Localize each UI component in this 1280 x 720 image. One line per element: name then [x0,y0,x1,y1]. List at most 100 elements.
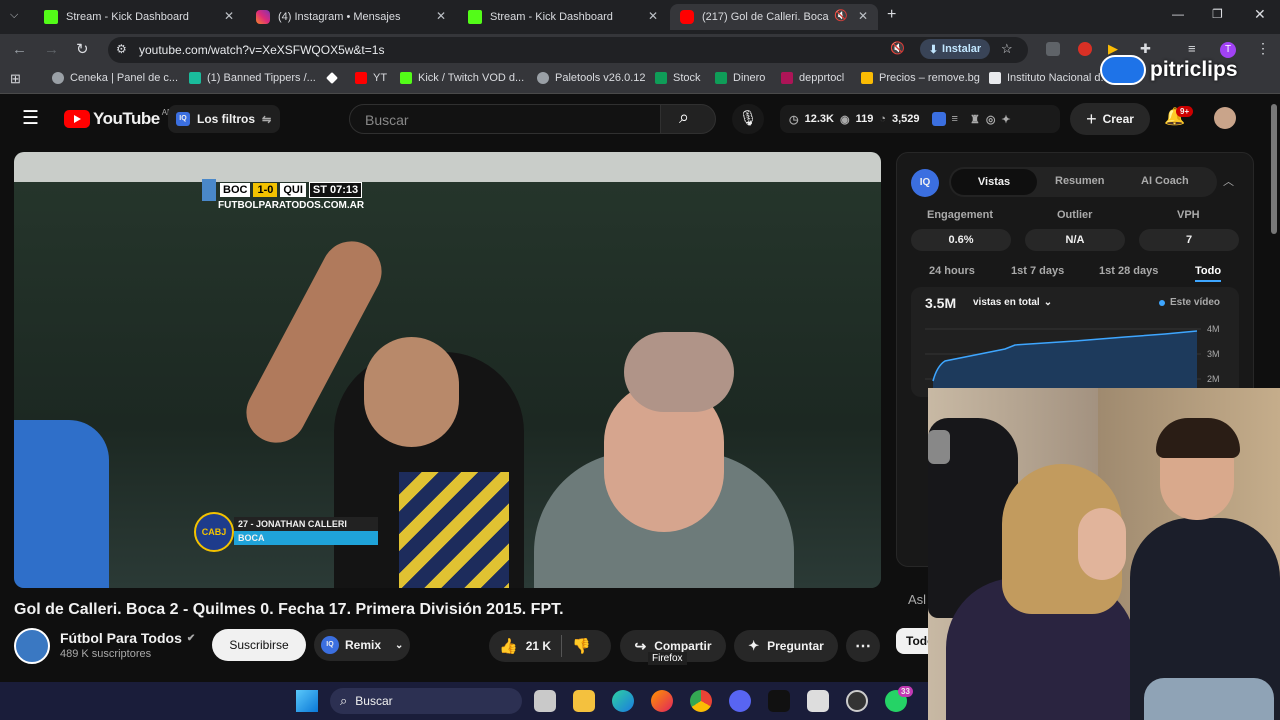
discord-icon[interactable] [729,690,751,712]
close-window-icon[interactable]: ✕ [1254,6,1266,23]
browser-tab-kick-2[interactable]: Stream - Kick Dashboard ✕ [458,4,668,30]
browser-tab-bar: ⌵ Stream - Kick Dashboard ✕ (4) Instagra… [0,0,1280,34]
remix-button[interactable]: IQ Remix ⌄ [314,629,410,661]
ask-input-partial[interactable]: Asl [908,592,926,607]
youtube-logo[interactable]: YouTube AR [64,108,173,129]
like-button[interactable]: 👍 21 K 👎 [489,630,611,662]
bookmark-depprtocl[interactable]: depprtocl [781,72,844,84]
obs-icon[interactable] [846,690,868,712]
edge-icon[interactable] [612,690,634,712]
close-icon[interactable]: ✕ [436,9,446,23]
views-dropdown[interactable]: vistas en total ⌄ [973,297,1052,308]
firefox-icon[interactable] [651,690,673,712]
target-icon[interactable]: ◎ [986,113,996,126]
more-actions-button[interactable]: ⋯ [846,630,880,662]
file-explorer-icon[interactable] [573,690,595,712]
address-bar[interactable]: ⚙ youtube.com/watch?v=XeXSFWQOX5w&t=1s 🔇… [108,37,1028,63]
range-7d[interactable]: 1st 7 days [1011,265,1064,277]
tab-label: Vistas [977,176,1011,188]
voice-search-button[interactable]: 🎙 [732,104,764,134]
thumbs-up-icon: 👍 [499,638,518,655]
bookmark-removebg[interactable]: Precios – remove.bg [861,72,980,84]
video-player[interactable]: BOC 1-0 QUI ST 07:13 FUTBOLPARATODOS.COM… [14,152,881,588]
bookmark-instituto[interactable]: Instituto Nacional d... [989,72,1110,84]
iq-icon[interactable] [931,112,946,126]
install-button[interactable]: ⬇ Instalar [920,39,990,59]
taskbar-search[interactable]: ⌕ Buscar [330,688,522,714]
range-28d[interactable]: 1st 28 days [1099,265,1158,277]
account-avatar[interactable] [1214,107,1236,129]
mute-icon[interactable]: 🔇 [834,9,848,22]
new-tab-icon[interactable]: + [887,6,896,24]
forward-icon[interactable]: → [44,41,59,58]
search-button[interactable]: ⌕ [660,104,716,134]
hamburger-menu-icon[interactable]: ☰ [22,107,39,130]
sparkle-icon[interactable]: ✦ [1001,113,1010,126]
close-icon[interactable]: ✕ [858,9,868,23]
range-24h[interactable]: 24 hours [929,265,975,277]
extension-red-icon[interactable] [1078,42,1092,56]
bookmark-banned-tippers[interactable]: (1) Banned Tippers /... [189,72,316,84]
list-icon[interactable]: ≡ [952,113,958,125]
search-input[interactable]: Buscar [349,104,661,134]
close-icon[interactable]: ✕ [648,9,658,23]
chevron-down-icon: ⌄ [395,639,404,651]
y-tick-3m: 3M [1207,349,1220,359]
restore-icon[interactable]: ❐ [1212,7,1223,21]
metric-vph-label: VPH [1177,209,1200,221]
subscribe-button[interactable]: Suscribirse [212,629,306,661]
reload-icon[interactable]: ↻ [76,40,89,58]
bookmark-diamond[interactable] [326,72,344,84]
filters-label: Los filtros [197,112,256,126]
windows-start-icon[interactable] [296,690,318,712]
capcut-icon[interactable] [807,690,829,712]
taskbar-search-label: Buscar [355,694,393,708]
sheets-icon [715,72,727,84]
boy-jeans [1144,678,1274,720]
range-all[interactable]: Todo [1195,265,1222,282]
browser-tab-kick-1[interactable]: Stream - Kick Dashboard ✕ [34,4,244,30]
scrollbar-thumb[interactable] [1271,104,1277,234]
minimize-icon[interactable]: — [1172,7,1184,21]
channel-avatar[interactable] [14,628,50,664]
bookmark-yt[interactable]: YT [355,72,387,84]
thumbs-down-icon[interactable]: 👎 [572,637,591,655]
no-audio-icon[interactable]: 🔇 [890,41,905,55]
tab-list-chevron-icon[interactable]: ⌵ [10,9,18,22]
extension-icon[interactable] [1046,42,1060,56]
filters-button[interactable]: IQ Los filtros ⇋ [168,105,280,133]
metric-value: N/A [1065,234,1085,246]
notification-count-badge: 9+ [1176,106,1194,117]
collapse-chevron-icon[interactable]: ︿ [1223,173,1234,189]
ask-button[interactable]: ✦ Preguntar [734,630,838,662]
close-icon[interactable]: ✕ [224,9,234,23]
chair-logo [928,430,950,464]
channel-name[interactable]: Fútbol Para Todos ✔ [60,630,195,646]
bookmark-kick-vod[interactable]: Kick / Twitch VOD d... [400,72,524,84]
site-info-icon[interactable]: ⚙ [116,42,127,56]
tab-ai-coach[interactable]: AI Coach [1141,175,1189,187]
tab-resumen[interactable]: Resumen [1055,175,1105,187]
metric-value: 7 [1185,234,1193,246]
bookmark-star-icon[interactable]: ☆ [1001,41,1013,57]
bookmark-ceneka[interactable]: Ceneka | Panel de c... [52,72,178,84]
back-icon[interactable]: ← [12,41,27,58]
tiktok-icon[interactable] [768,690,790,712]
bookmark-paletools[interactable]: Paletools v26.0.12 [537,72,646,84]
chrome-icon[interactable] [690,690,712,712]
task-view-icon[interactable] [534,690,556,712]
page-scrollbar[interactable] [1268,96,1280,388]
apps-grid-icon[interactable]: ⊞ [10,71,21,87]
kick-icon [400,72,412,84]
browser-tab-youtube[interactable]: (217) Gol de Calleri. Boca 2 🔇 ✕ [670,4,878,30]
bookmark-dinero[interactable]: Dinero [715,72,765,84]
menu-kebab-icon[interactable]: ⋮ [1256,40,1270,57]
fan-girl-hands [624,332,734,412]
tab-vistas[interactable]: Vistas [951,169,1037,195]
bookmark-stock[interactable]: Stock [655,72,701,84]
url-text[interactable]: youtube.com/watch?v=XeXSFWQOX5w&t=1s [139,43,384,57]
create-button[interactable]: + Crear [1070,103,1150,135]
trophy-icon[interactable]: ♜ [970,113,980,126]
browser-tab-instagram[interactable]: (4) Instagram • Mensajes ✕ [246,4,456,30]
clock-icon: ◷ [789,113,799,126]
